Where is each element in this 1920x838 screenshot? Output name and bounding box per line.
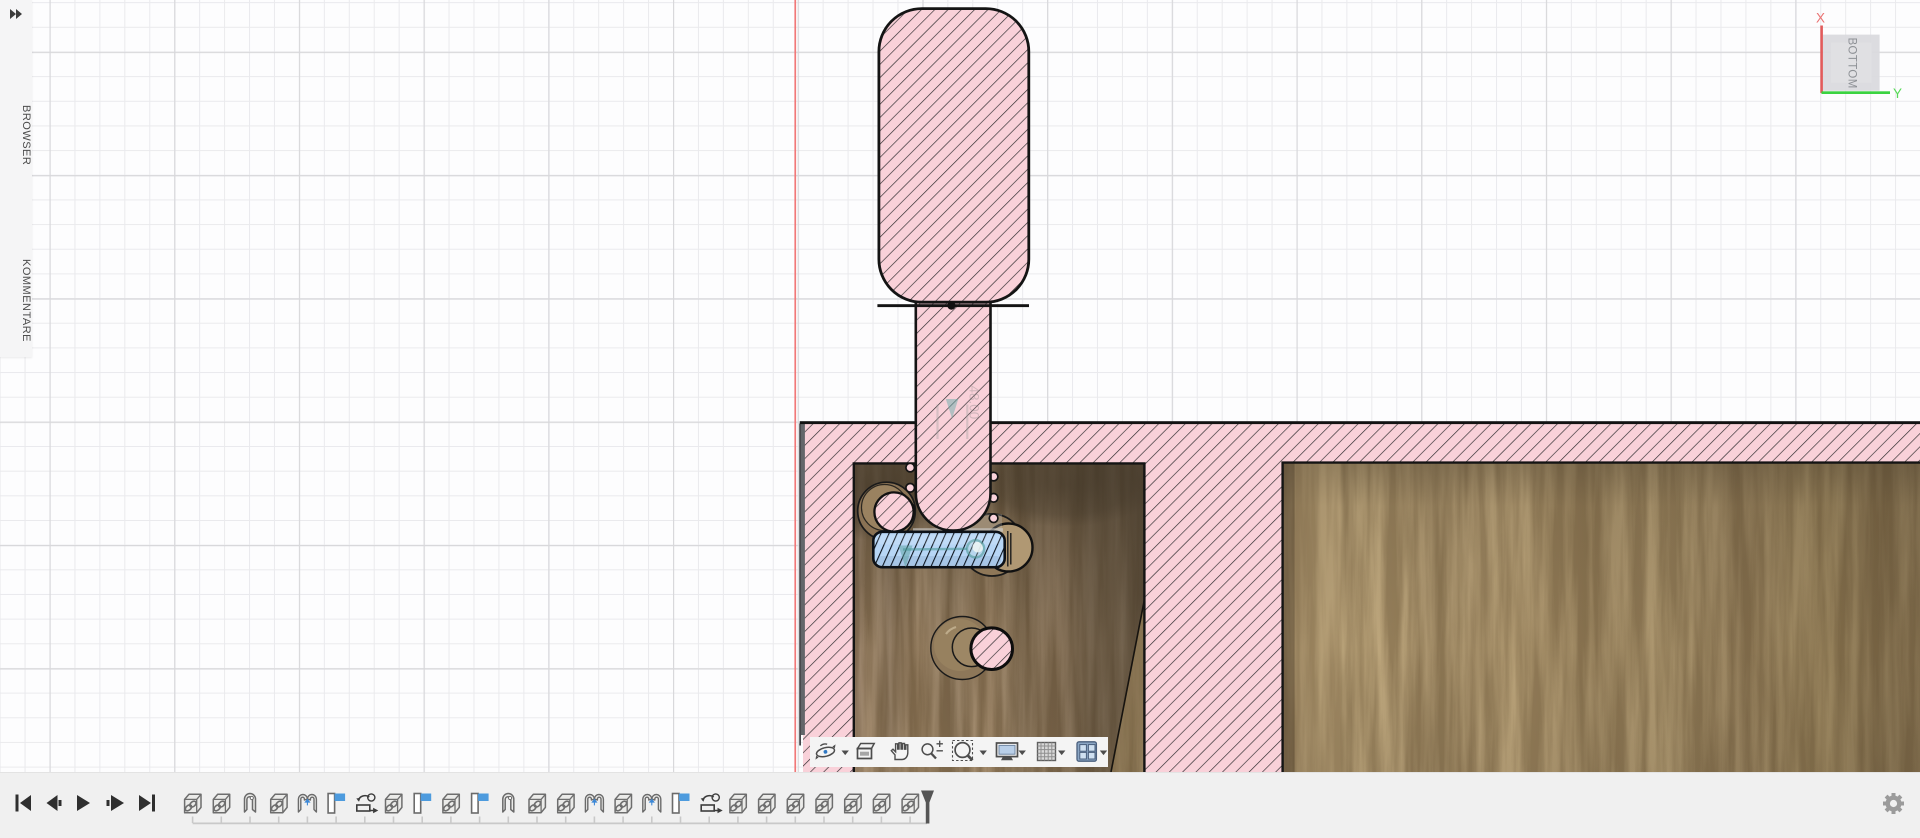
svg-text:X: X	[1816, 11, 1825, 26]
svg-text:Y: Y	[1893, 86, 1902, 101]
svg-text:BOTTOM: BOTTOM	[1846, 38, 1858, 89]
svg-text:48.00: 48.00	[967, 386, 982, 420]
